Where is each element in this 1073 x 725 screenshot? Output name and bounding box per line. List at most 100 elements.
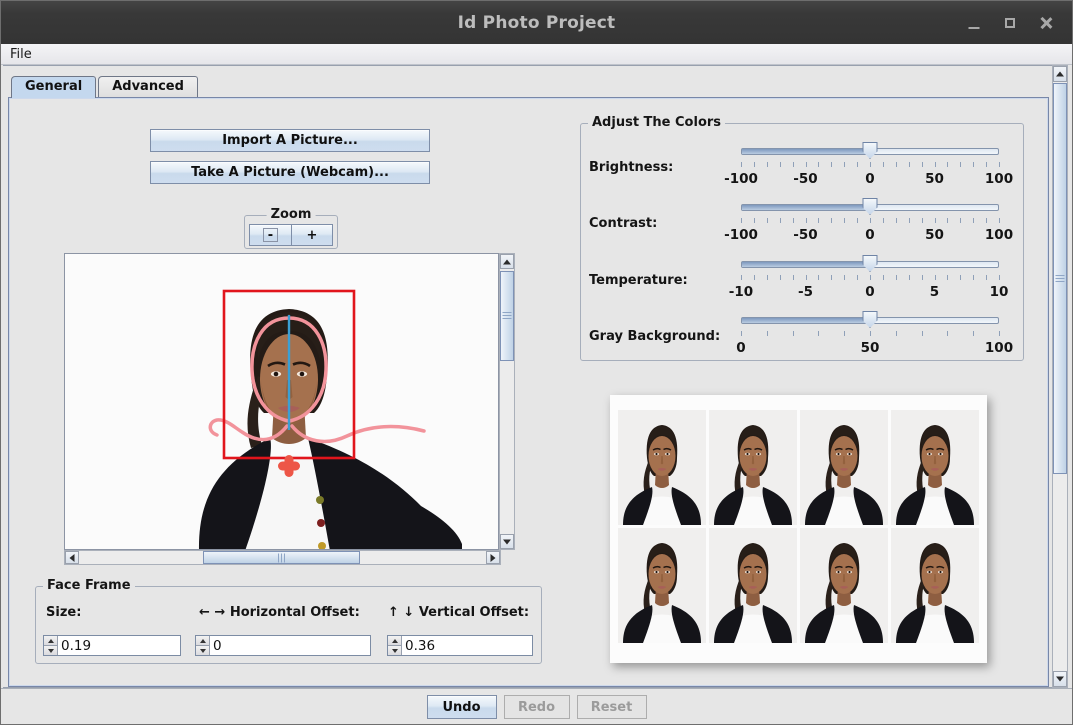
import-picture-button[interactable]: Import A Picture... [150,129,430,152]
slider-tick [741,275,742,280]
slider-tick [870,331,871,336]
slider-tick-label: 0 [736,340,745,356]
image-horizontal-scrollbar[interactable] [64,550,501,565]
gray-background-slider-thumb[interactable] [863,311,878,328]
slider-tick-label: 100 [985,227,1013,243]
horizontal-offset-input[interactable] [210,636,370,655]
slider-tick [960,162,961,167]
spinner-steppers [44,636,58,655]
slider-tick-label: 0 [865,171,874,187]
slider-tick [741,218,742,223]
slider-tick [999,162,1000,167]
slider-tick-label: 50 [861,340,880,356]
minimize-button[interactable] [956,8,992,38]
slider-tick [754,218,755,223]
slider-tick [831,162,832,167]
image-vscroll-thumb[interactable] [500,271,514,361]
tab-general[interactable]: General [11,76,96,98]
scroll-right-button[interactable] [486,551,500,564]
window-title: Id Photo Project [1,13,1072,33]
slider-tick-label: 10 [990,284,1009,300]
scroll-down-button[interactable] [1053,671,1067,687]
scroll-up-button[interactable] [500,254,514,269]
zoom-group-title: Zoom [267,207,316,222]
slider-tick [857,218,858,223]
slider-tick [741,162,742,167]
gray-background-label: Gray Background: [589,329,720,344]
reset-button: Reset [577,695,647,719]
maximize-button[interactable] [992,8,1028,38]
zoom-in-button[interactable]: + [291,224,333,246]
sheet-photo [618,528,706,643]
image-panel [64,253,515,565]
spinner-down-button[interactable] [388,646,401,655]
temperature-slider-thumb[interactable] [863,255,878,272]
redo-button: Redo [504,695,570,719]
temperature-label: Temperature: [589,273,688,288]
close-icon [1040,17,1052,29]
menu-file[interactable]: File [1,45,41,64]
photo-canvas[interactable] [64,253,499,550]
slider-tick [935,275,936,280]
spinner-up-button[interactable] [44,636,57,646]
tab-advanced[interactable]: Advanced [98,76,198,97]
vertical-offset-input[interactable] [402,636,532,655]
sheet-photo [891,528,979,643]
minimize-icon [969,27,980,29]
adjust-colors-title: Adjust The Colors [588,115,725,130]
slider-tick [973,218,974,223]
app-vscroll-thumb[interactable] [1053,83,1067,474]
zoom-out-button[interactable]: - [249,224,291,246]
brightness-slider-thumb[interactable] [863,142,878,159]
close-button[interactable] [1028,8,1064,38]
scroll-up-button[interactable] [1053,66,1067,82]
slider-tick [922,218,923,223]
sheet-photo [800,410,888,525]
slider-tick [973,275,974,280]
contrast-label: Contrast: [589,216,657,231]
slider-tick [883,218,884,223]
size-label: Size: [46,605,81,620]
image-hscroll-thumb[interactable] [203,551,360,564]
scroll-left-button[interactable] [65,551,79,564]
take-picture-webcam-button[interactable]: Take A Picture (Webcam)... [150,161,430,184]
slider-tick [935,162,936,167]
slider-tick-label: 0 [865,227,874,243]
slider-tick [767,218,768,223]
maximize-icon [1005,18,1015,28]
spinner-steppers [196,636,210,655]
spinner-up-button[interactable] [196,636,209,646]
slider-tick [986,162,987,167]
horizontal-offset-spinner [195,635,371,656]
slider-tick-label: -100 [724,171,758,187]
slider-gray-background: Gray Background: 050100 [581,307,1023,363]
slider-tick [780,218,781,223]
window-controls [956,1,1064,44]
size-input[interactable] [58,636,180,655]
slider-tick-label: 100 [985,171,1013,187]
spinner-down-button[interactable] [196,646,209,655]
slider-tick [973,162,974,167]
undo-button[interactable]: Undo [427,695,497,719]
scroll-down-button[interactable] [500,534,514,549]
spinner-up-button[interactable] [388,636,401,646]
slider-tick [793,162,794,167]
slider-tick [844,331,845,336]
slider-tick [909,162,910,167]
slider-tick [922,275,923,280]
slider-tick [947,331,948,336]
image-vertical-scrollbar[interactable] [499,253,515,550]
slider-tick [922,331,923,336]
slider-tick [896,162,897,167]
slider-tick [780,162,781,167]
sheet-photo [709,528,797,643]
app-vertical-scrollbar[interactable] [1052,65,1068,688]
spinner-down-button[interactable] [44,646,57,655]
slider-tick [806,275,807,280]
contrast-slider-thumb[interactable] [863,198,878,215]
slider-tick [922,162,923,167]
slider-tick [986,218,987,223]
sheet-photo [618,410,706,525]
footer-bar: Undo Redo Reset [1,688,1072,725]
slider-tick [947,275,948,280]
